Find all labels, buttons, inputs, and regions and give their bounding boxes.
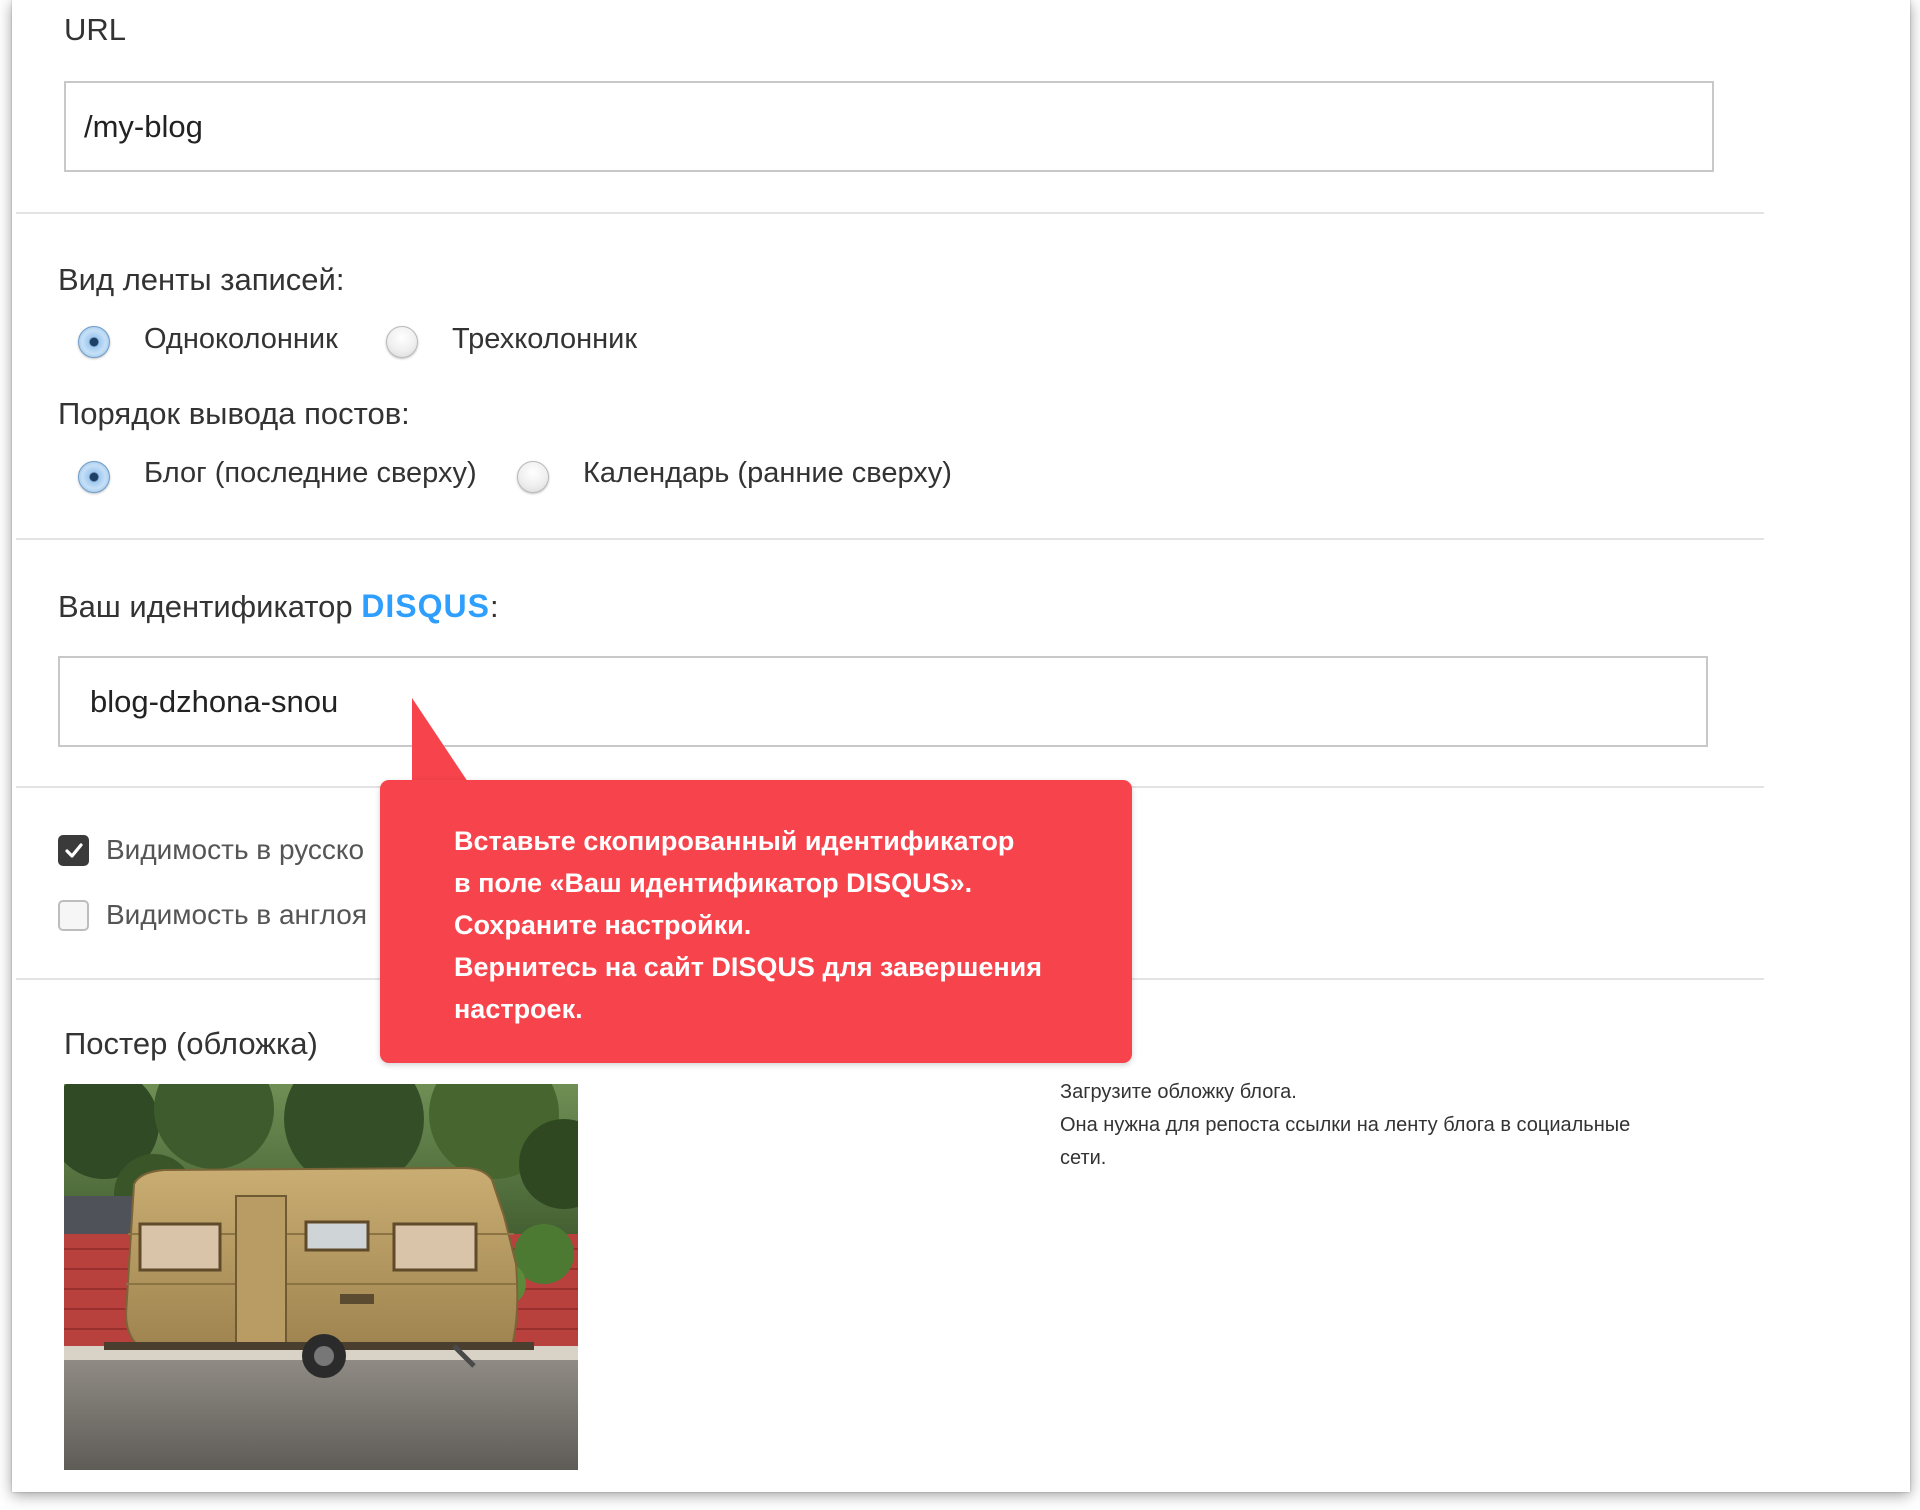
tooltip-callout: Вставьте скопированный идентификатор в п…: [380, 780, 1132, 1063]
url-label: URL: [64, 12, 127, 47]
radio-calendar-order[interactable]: [517, 461, 549, 493]
radio-three-column[interactable]: [386, 326, 418, 358]
poster-help-text: Загрузите обложку блога. Она нужна для р…: [1060, 1076, 1720, 1175]
radio-blog-order[interactable]: [78, 461, 110, 493]
tooltip-arrow: [412, 698, 472, 788]
post-order-label: Порядок вывода постов:: [58, 396, 410, 431]
disqus-id-input[interactable]: [58, 656, 1708, 747]
visibility-russian-label[interactable]: Видимость в русско: [106, 834, 364, 866]
feed-view-label: Вид ленты записей:: [58, 262, 345, 297]
radio-one-column[interactable]: [78, 326, 110, 358]
camper-trailer-photo: [64, 1084, 578, 1470]
visibility-english-label[interactable]: Видимость в англоя: [106, 899, 367, 931]
blog-settings-panel: URL Вид ленты записей: Одноколонник Трех…: [12, 0, 1910, 1492]
check-icon: [65, 843, 83, 858]
tooltip-line: Сохраните настройки.: [454, 910, 752, 940]
poster-label: Постер (обложка): [64, 1026, 318, 1061]
tooltip-line: Вставьте скопированный идентификатор: [454, 826, 1015, 856]
checkbox-visibility-russian[interactable]: [58, 835, 89, 866]
poster-help-line: Она нужна для репоста ссылки на ленту бл…: [1060, 1114, 1631, 1136]
radio-one-column-label[interactable]: Одноколонник: [144, 323, 338, 356]
radio-three-column-label[interactable]: Трехколонник: [452, 323, 637, 356]
disqus-logo: DISQUS: [361, 588, 490, 624]
disqus-label-suffix: :: [489, 589, 499, 624]
radio-blog-order-label[interactable]: Блог (последние сверху): [144, 457, 477, 490]
tooltip-line: Вернитесь на сайт DISQUS для завершения: [454, 952, 1043, 982]
poster-image[interactable]: [64, 1084, 578, 1470]
disqus-label: Ваш идентификатор DISQUS:: [58, 588, 499, 625]
divider: [16, 538, 1764, 540]
checkbox-visibility-english[interactable]: [58, 900, 89, 931]
disqus-label-prefix: Ваш идентификатор: [58, 589, 353, 624]
radio-calendar-order-label[interactable]: Календарь (ранние сверху): [583, 457, 952, 490]
url-input[interactable]: [64, 81, 1714, 172]
tooltip-line: в поле «Ваш идентификатор DISQUS».: [454, 868, 973, 898]
poster-help-line: Загрузите обложку блога.: [1060, 1081, 1297, 1103]
divider: [16, 212, 1764, 214]
poster-help-line: сети.: [1060, 1147, 1107, 1169]
tooltip-line: настроек.: [454, 994, 583, 1024]
